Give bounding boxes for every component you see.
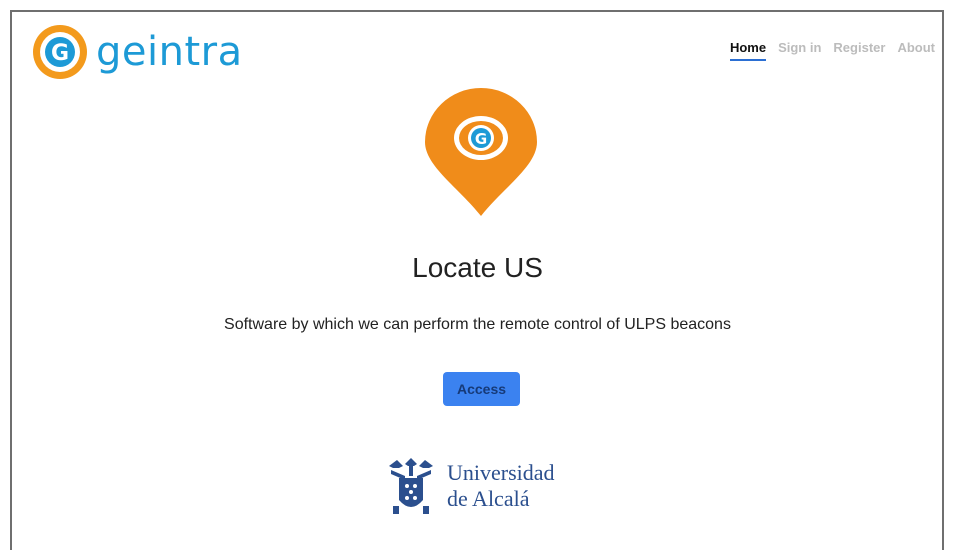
nav-sign-in[interactable]: Sign in <box>778 40 821 61</box>
page-subtitle: Software by which we can perform the rem… <box>224 316 731 333</box>
university-name-line2: de Alcalá <box>447 486 530 511</box>
top-nav: Home Sign in Register About <box>729 40 935 61</box>
geintra-g-logo-icon: G <box>33 25 87 79</box>
brand[interactable]: G geintra <box>30 22 243 82</box>
access-button[interactable]: Access <box>443 372 520 406</box>
svg-text:G: G <box>475 130 487 148</box>
nav-home[interactable]: Home <box>729 40 767 61</box>
university-name-line1: Universidad <box>447 460 555 485</box>
location-pin-icon: G <box>425 88 537 216</box>
nav-register[interactable]: Register <box>833 40 885 61</box>
university-crest-icon <box>389 458 433 514</box>
nav-about[interactable]: About <box>897 40 935 61</box>
page-title: Locate US <box>412 252 543 283</box>
brand-name: geintra <box>96 29 243 75</box>
university-logo: Universidad de Alcalá <box>383 456 555 516</box>
svg-text:G: G <box>51 41 69 66</box>
